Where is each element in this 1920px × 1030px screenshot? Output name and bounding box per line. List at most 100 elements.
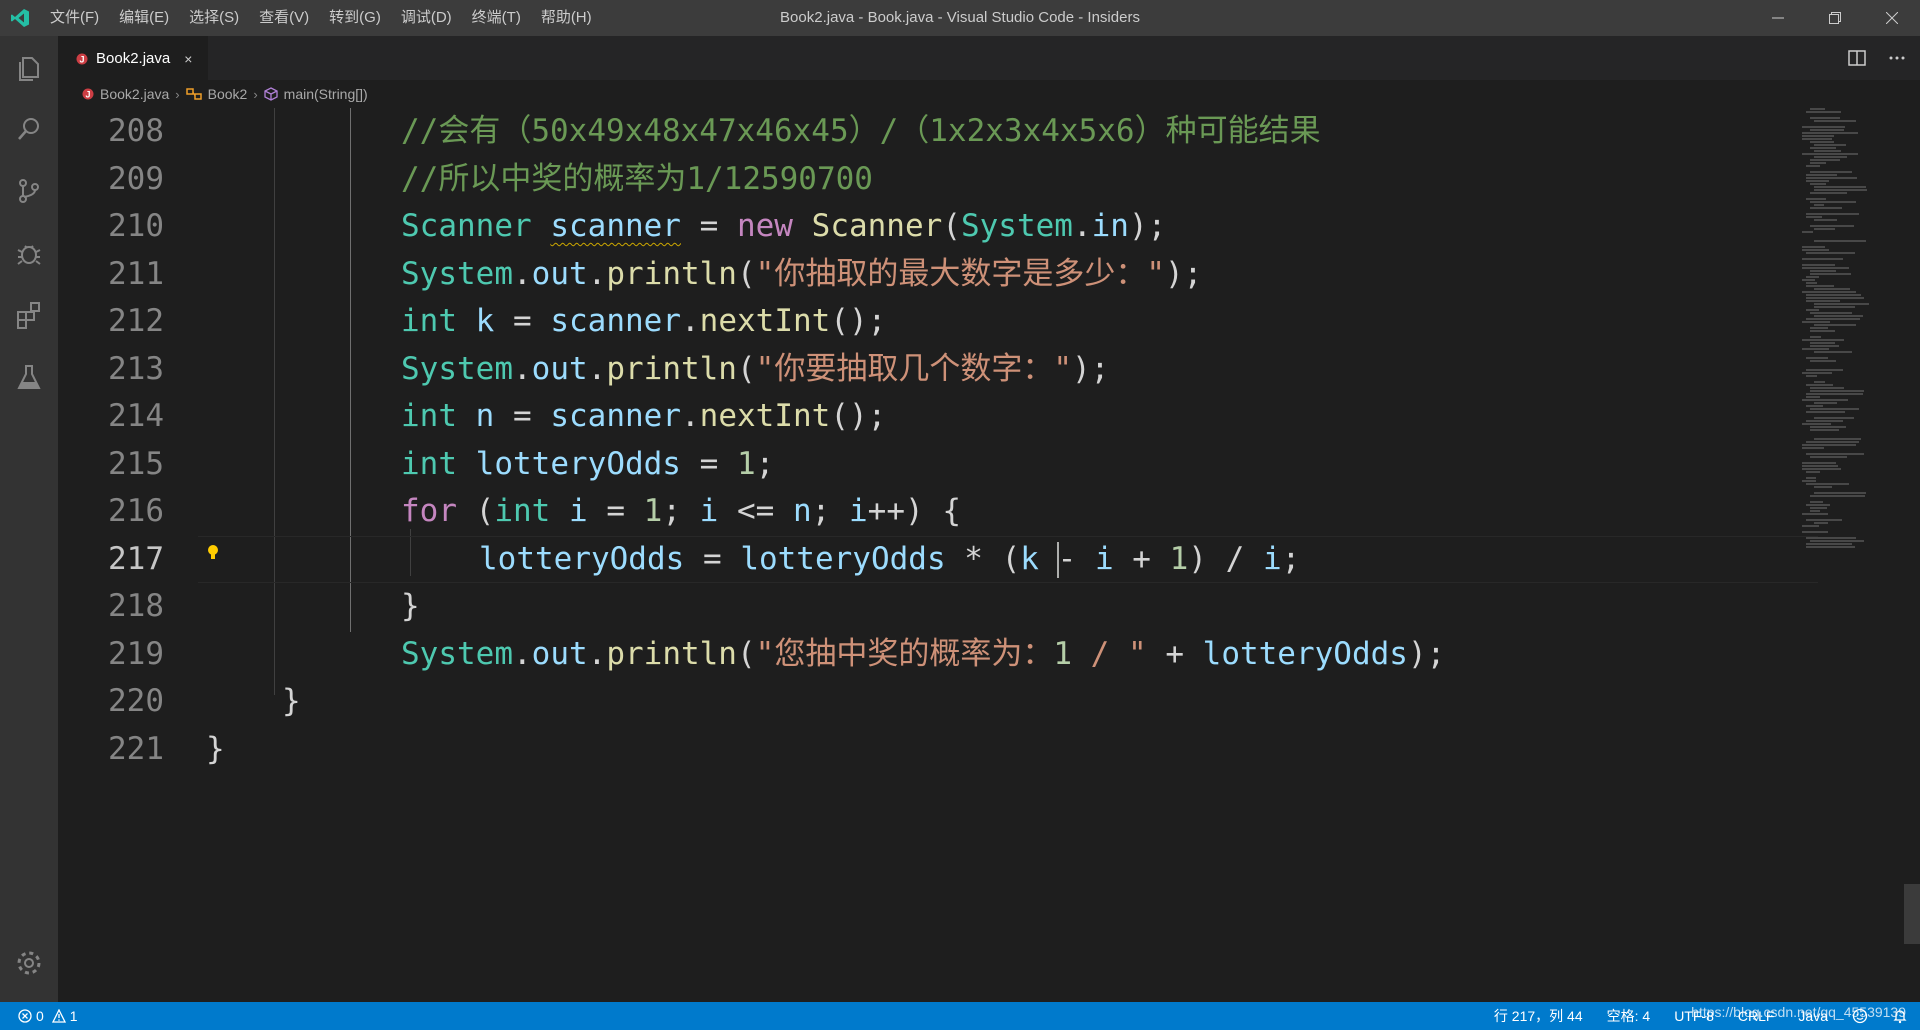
minimap-line	[1814, 186, 1866, 188]
minimap-line	[1810, 501, 1823, 503]
minimap-line	[1802, 525, 1819, 527]
minimap-line	[1806, 543, 1852, 545]
code-line: 208 //会有（50x49x48x47x46x45）/（1x2x3x4x5x6…	[58, 108, 1818, 156]
status-bar: 0 1 行 217，列 44 空格: 4 UTF-8 CRLF Java htt…	[0, 1002, 1920, 1030]
minimap-line	[1810, 495, 1865, 497]
minimap-line	[1814, 156, 1847, 158]
minimap-line	[1802, 291, 1856, 293]
breadcrumb-class[interactable]: Book2	[185, 86, 247, 102]
tab-close-icon[interactable]: ×	[184, 51, 192, 67]
breadcrumb-file[interactable]: J Book2.java	[82, 86, 169, 102]
restore-button[interactable]	[1806, 0, 1863, 36]
menu-help[interactable]: 帮助(H)	[531, 0, 602, 36]
minimap-line	[1806, 537, 1856, 539]
close-icon	[1885, 12, 1898, 24]
debug-icon[interactable]	[0, 222, 58, 284]
error-icon	[18, 1009, 32, 1023]
menu-file[interactable]: 文件(F)	[40, 0, 109, 36]
code-text: }	[206, 730, 225, 767]
minimap-line	[1802, 258, 1843, 260]
menu-terminal[interactable]: 终端(T)	[462, 0, 531, 36]
minimap-line	[1806, 411, 1845, 413]
minimap-line	[1806, 405, 1823, 407]
settings-gear-icon[interactable]	[0, 932, 58, 994]
extensions-icon[interactable]	[0, 284, 58, 346]
tab-book2-java[interactable]: J Book2.java ×	[58, 36, 208, 80]
minimap-line	[1814, 303, 1869, 305]
minimap-line	[1814, 522, 1828, 524]
indentation[interactable]: 空格: 4	[1607, 1006, 1651, 1026]
cursor-position[interactable]: 行 217，列 44	[1494, 1006, 1583, 1026]
minimap-line	[1802, 126, 1845, 128]
minimap-line	[1810, 360, 1836, 362]
menu-debug[interactable]: 调试(D)	[391, 0, 462, 36]
minimap-line	[1802, 468, 1841, 470]
minimap-line	[1810, 540, 1864, 542]
minimap-line	[1814, 228, 1835, 230]
minimap-line	[1810, 171, 1852, 173]
breadcrumb-method[interactable]: main(String[])	[264, 86, 368, 102]
code-text: int n = scanner.nextInt();	[401, 398, 887, 434]
minimap-line	[1802, 480, 1816, 482]
minimap-line	[1806, 282, 1817, 284]
scrollbar-thumb[interactable]	[1904, 884, 1920, 944]
java-file-icon: J	[82, 88, 94, 100]
minimap-line	[1810, 147, 1836, 149]
minimap-line	[1802, 423, 1831, 425]
minimap-line	[1802, 513, 1828, 515]
minimap-line	[1806, 213, 1859, 215]
minimap-line	[1810, 387, 1844, 389]
window-controls	[1749, 0, 1920, 36]
source-control-icon[interactable]	[0, 160, 58, 222]
minimap-line	[1806, 177, 1857, 179]
split-editor-icon[interactable]	[1848, 50, 1866, 66]
problems-indicator[interactable]: 0 1	[0, 1008, 78, 1024]
minimap-line	[1806, 357, 1828, 359]
menu-edit[interactable]: 编辑(E)	[109, 0, 179, 36]
minimap-line	[1810, 345, 1839, 347]
minimap-line	[1806, 165, 1820, 167]
minimap-line	[1806, 216, 1822, 218]
minimap-line	[1810, 183, 1826, 185]
minimap-line	[1806, 519, 1842, 521]
minimap-line	[1810, 207, 1842, 209]
minimap-line	[1802, 462, 1836, 464]
minimap-line	[1806, 369, 1843, 371]
more-actions-icon[interactable]	[1888, 50, 1906, 66]
menu-go[interactable]: 转到(G)	[319, 0, 391, 36]
search-icon[interactable]	[0, 98, 58, 160]
watermark-text: https://blog.csdn.net/qq_45539139	[1691, 1004, 1906, 1020]
minimap-line	[1810, 507, 1827, 509]
minimap-line	[1814, 219, 1837, 221]
code-editor[interactable]: 208 //会有（50x49x48x47x46x45）/（1x2x3x4x5x6…	[58, 108, 1920, 1002]
menu-view[interactable]: 查看(V)	[249, 0, 319, 36]
minimap-line	[1802, 138, 1832, 140]
minimap-line	[1802, 348, 1829, 350]
code-line: 215 int lotteryOdds = 1;	[58, 441, 1818, 489]
chevron-right-icon: ›	[253, 86, 258, 102]
minimap-line	[1802, 267, 1849, 269]
minimap-line	[1810, 426, 1846, 428]
breadcrumb: J Book2.java › Book2 › main(String[])	[58, 80, 1920, 108]
minimap-line	[1802, 279, 1815, 281]
close-window-button[interactable]	[1863, 0, 1920, 36]
minimap-line	[1810, 270, 1836, 272]
minimap-line	[1806, 384, 1833, 386]
menu-bar: 文件(F) 编辑(E) 选择(S) 查看(V) 转到(G) 调试(D) 终端(T…	[40, 0, 602, 36]
chevron-right-icon: ›	[175, 86, 180, 102]
explorer-icon[interactable]	[0, 36, 58, 98]
minimap-line	[1806, 453, 1864, 455]
minimap-line	[1806, 441, 1859, 443]
minimap-line	[1814, 402, 1837, 404]
minimap-line	[1810, 273, 1851, 275]
minimap[interactable]	[1794, 108, 1904, 1002]
menu-selection[interactable]: 选择(S)	[179, 0, 249, 36]
code-text: Scanner scanner = new Scanner(System.in)…	[401, 208, 1167, 244]
minimize-button[interactable]	[1749, 0, 1806, 36]
minimap-line	[1810, 342, 1835, 344]
code-text: System.out.println("你抽取的最大数字是多少：");	[401, 255, 1203, 292]
testing-icon[interactable]	[0, 346, 58, 408]
code-line: 211 System.out.println("你抽取的最大数字是多少：");	[58, 251, 1818, 299]
minimap-line	[1806, 198, 1826, 200]
vscode-logo-icon	[0, 0, 40, 36]
